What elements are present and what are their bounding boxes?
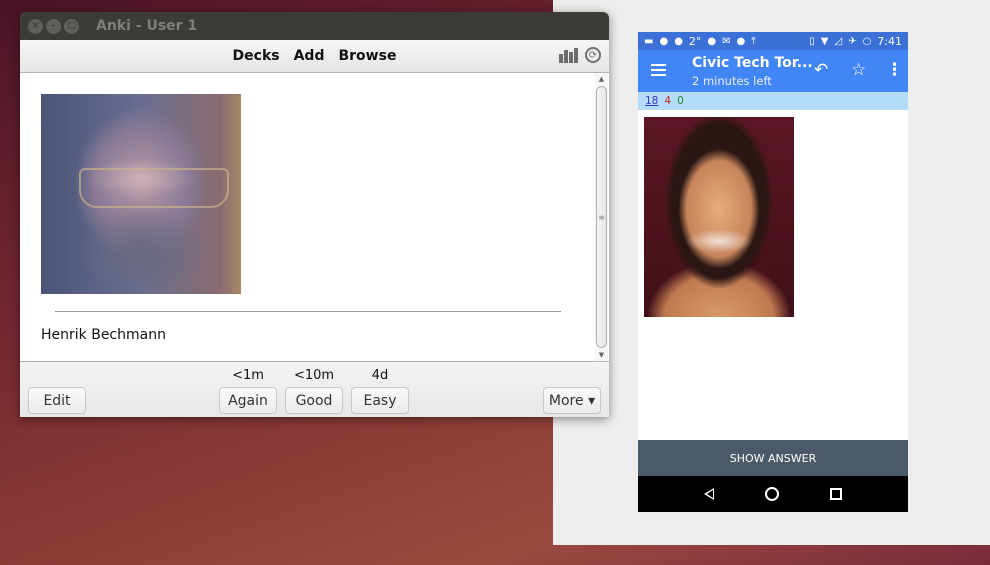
sync-icon[interactable]: ⟳ — [585, 47, 601, 63]
temperature-text: 2° — [688, 34, 702, 48]
easy-interval: 4d — [371, 368, 389, 383]
messenger-icon: ● — [707, 35, 717, 47]
card-view: Henrik Bechmann ▲ ≡ ▼ — [20, 73, 609, 362]
show-answer-button[interactable]: SHOW ANSWER — [638, 440, 908, 476]
photo-detail — [79, 168, 229, 208]
easy-button[interactable]: Easy — [351, 387, 409, 414]
card-counts-bar: 18 4 0 — [638, 92, 908, 110]
alert-notification-icon: ● — [659, 35, 669, 47]
undo-icon[interactable]: ↶ — [814, 60, 828, 80]
star-icon[interactable]: ☆ — [851, 60, 866, 80]
title-bar: × – □ Anki - User 1 — [20, 12, 609, 40]
location-notification-icon: ● — [674, 35, 683, 47]
mail-icon: ✉ — [722, 35, 731, 47]
no-signal-icon: ◿ — [834, 35, 843, 47]
scroll-down-arrow-icon[interactable]: ▼ — [595, 349, 608, 361]
good-button[interactable]: Good — [285, 387, 343, 414]
review-bottom-bar: Edit <1m <10m 4d Again Good Easy More ▾ — [20, 362, 609, 417]
good-interval: <10m — [293, 368, 335, 383]
wifi-icon: ▼ — [820, 35, 829, 47]
again-button[interactable]: Again — [219, 387, 277, 414]
close-window-button[interactable]: × — [28, 18, 43, 34]
card-answer-text: Henrik Bechmann — [41, 327, 166, 343]
minimize-window-button[interactable]: – — [46, 18, 61, 34]
new-count: 18 — [645, 95, 659, 107]
android-nav-bar — [638, 476, 908, 512]
time-left-text: 2 minutes left — [692, 74, 772, 88]
deck-title: Civic Tech Tor... — [692, 55, 813, 71]
answer-divider — [55, 311, 561, 312]
back-icon[interactable] — [703, 488, 714, 500]
again-interval: <1m — [232, 368, 264, 383]
app-bar: Civic Tech Tor... 2 minutes left ↶ ☆ ⋮ — [638, 50, 908, 92]
window-title: Anki - User 1 — [96, 18, 198, 34]
decks-link[interactable]: Decks — [233, 48, 280, 64]
upload-icon: ⤒ — [751, 35, 756, 47]
clock-text: 7:41 — [877, 34, 902, 48]
more-button[interactable]: More ▾ — [543, 387, 601, 414]
home-icon[interactable] — [764, 487, 779, 501]
recents-icon[interactable] — [830, 488, 843, 500]
add-link[interactable]: Add — [294, 48, 325, 64]
main-toolbar: Decks Add Browse ⟳ — [20, 40, 609, 73]
hamburger-menu-icon[interactable] — [651, 64, 666, 79]
battery-icon: ○ — [862, 35, 872, 47]
chat-notification-icon: ▬ — [644, 35, 654, 47]
scroll-up-arrow-icon[interactable]: ▲ — [595, 73, 608, 85]
browse-link[interactable]: Browse — [338, 48, 396, 64]
learning-count: 4 — [664, 95, 672, 107]
card-front-photo — [644, 117, 794, 317]
maximize-window-button[interactable]: □ — [64, 18, 79, 34]
airplane-icon: ✈ — [848, 35, 857, 47]
card-front-photo — [41, 94, 241, 294]
review-count: 0 — [677, 95, 684, 107]
scroll-thumb[interactable]: ≡ — [596, 86, 607, 348]
vibrate-icon: ▯ — [809, 35, 815, 47]
phone-screen: ▬ ● ● 2° ● ✉ ● ⤒ ▯ ▼ ◿ ✈ ○ 7:41 Civic Te… — [638, 32, 908, 512]
anki-window: × – □ Anki - User 1 Decks Add Browse ⟳ H… — [20, 12, 609, 417]
stats-icon[interactable] — [559, 47, 579, 63]
vertical-scrollbar[interactable]: ▲ ≡ ▼ — [595, 73, 608, 361]
status-bar: ▬ ● ● 2° ● ✉ ● ⤒ ▯ ▼ ◿ ✈ ○ 7:41 — [638, 32, 908, 50]
messenger-icon-2: ● — [736, 35, 746, 47]
overflow-menu-icon[interactable]: ⋮ — [886, 60, 903, 80]
edit-button[interactable]: Edit — [28, 387, 86, 414]
